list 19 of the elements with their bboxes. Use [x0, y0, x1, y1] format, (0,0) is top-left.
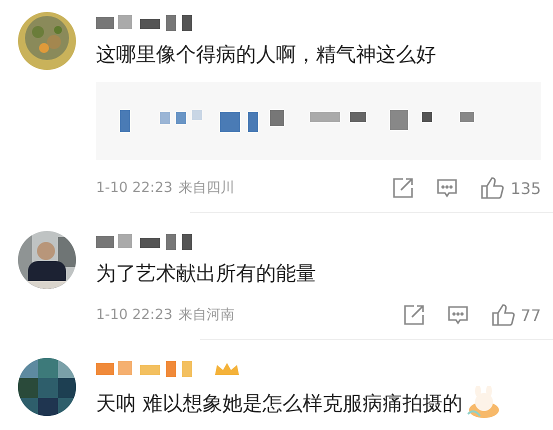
- reply-button[interactable]: [446, 304, 469, 326]
- like-button[interactable]: 77: [490, 303, 541, 327]
- comment-time: 1-10 22:23: [96, 180, 173, 196]
- comment-text: 天呐 难以想象她是怎么样克服病痛拍摄的: [96, 390, 462, 417]
- reply-button[interactable]: [436, 177, 458, 199]
- comment-location: 来自河南: [178, 306, 235, 324]
- like-button[interactable]: 135: [480, 176, 541, 200]
- share-button[interactable]: [392, 177, 414, 199]
- comment-text: 这哪里像个得病的人啊，精气神这么好: [96, 41, 436, 68]
- comment-icon: [436, 177, 458, 199]
- share-icon: [402, 304, 425, 326]
- comment-time: 1-10 22:23: [96, 307, 173, 323]
- thumbs-up-icon: [490, 303, 515, 327]
- share-button[interactable]: [402, 304, 425, 326]
- comment-icon: [446, 304, 469, 326]
- thumbs-up-icon: [480, 176, 504, 200]
- share-icon: [392, 177, 414, 199]
- comment-text: 为了艺术献出所有的能量: [96, 260, 316, 287]
- comment-location: 来自四川: [178, 179, 235, 197]
